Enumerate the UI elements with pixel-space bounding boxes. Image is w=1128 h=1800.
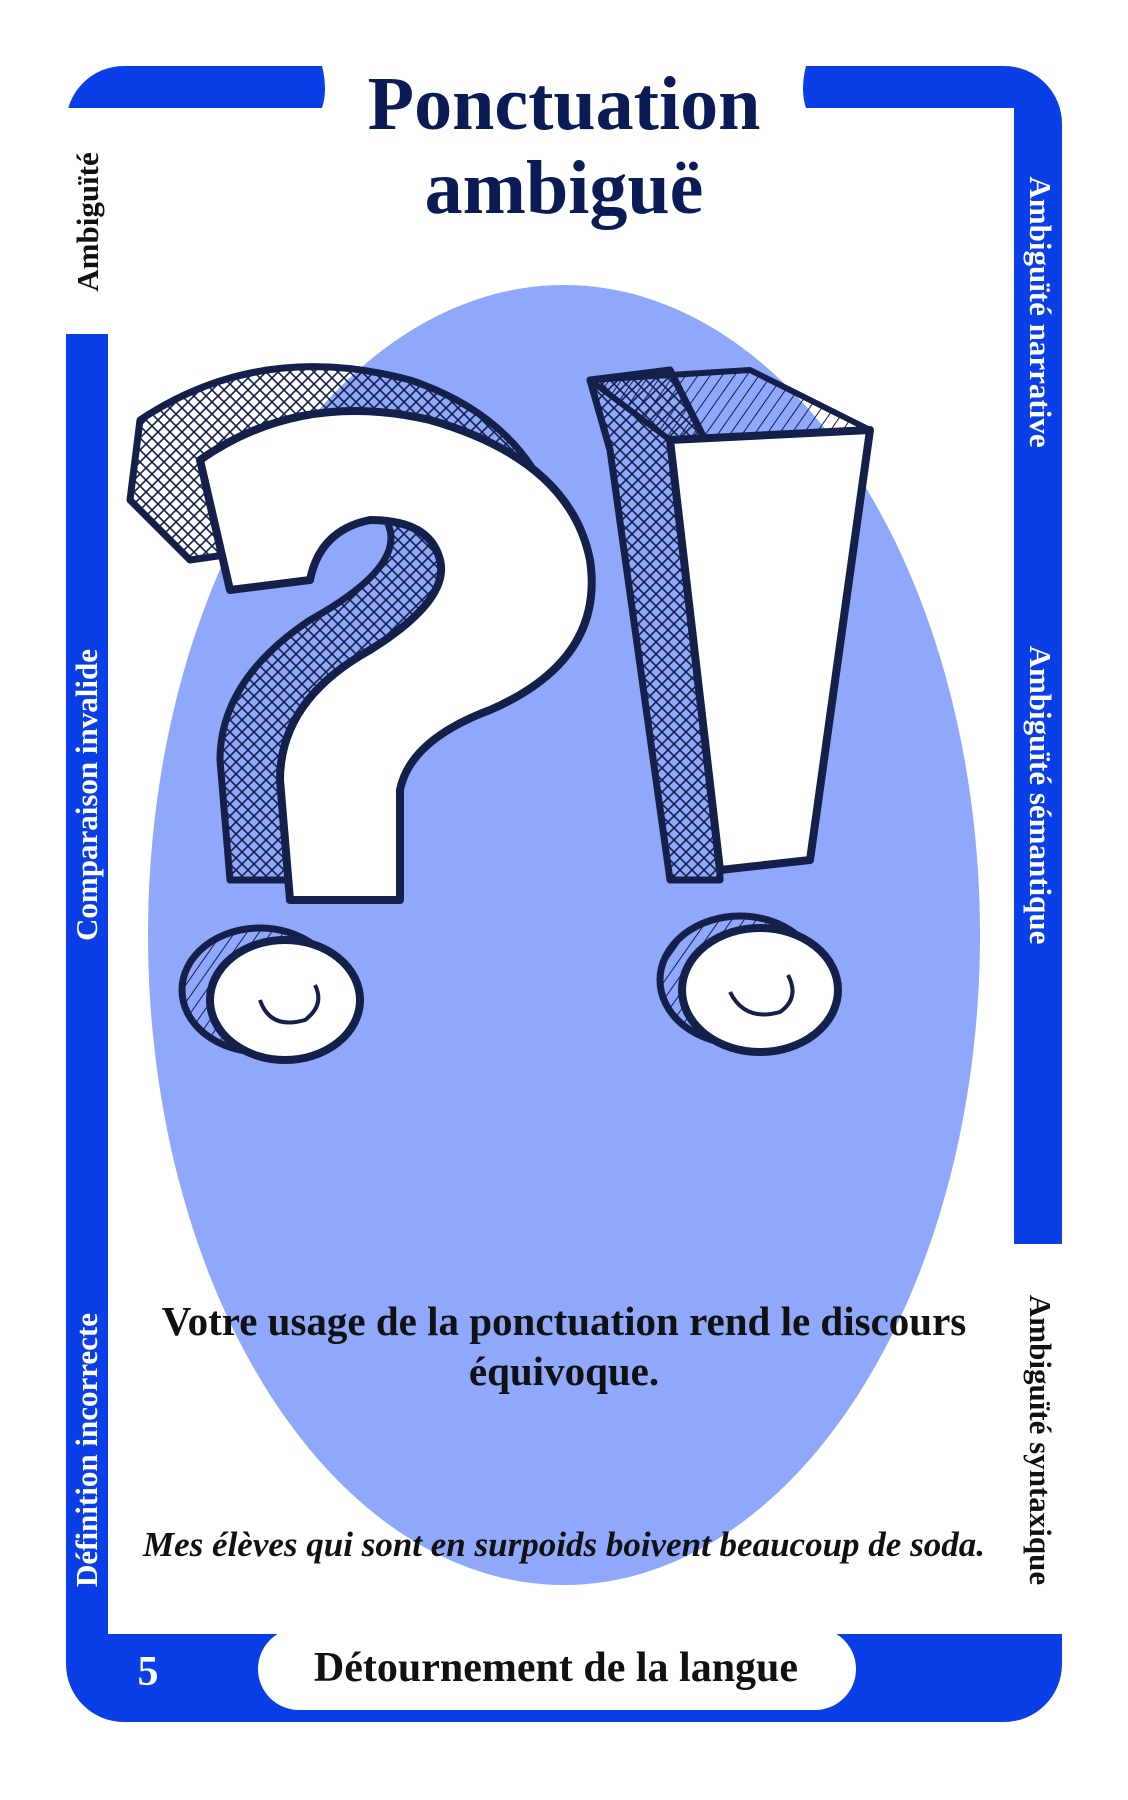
right-top-label: Ambiguïté narrative: [1023, 176, 1058, 448]
exclamation-mark-icon: [586, 366, 874, 1056]
card-example: Mes élèves qui sont en surpoids boivent …: [143, 1525, 985, 1564]
title-box: Ponctuation ambiguë: [330, 56, 798, 236]
question-mark-icon: [126, 363, 596, 1064]
card-description: Votre usage de la ponctuation rend le di…: [161, 1298, 967, 1394]
card-category: Détournement de la langue: [313, 1645, 799, 1691]
right-middle-label: Ambiguïté sémantique: [1023, 645, 1058, 945]
illustration: [126, 363, 874, 1064]
left-middle-label: Comparaison invalide: [69, 649, 104, 941]
right-bottom-label: Ambiguïté syntaxique: [1023, 1294, 1058, 1586]
left-bottom-label: Définition incorrecte: [69, 1312, 104, 1588]
card: Ponctuation ambiguë Ambiguïté Comparaiso…: [0, 0, 1128, 1800]
category-box: Détournement de la langue: [256, 1626, 856, 1710]
card-title: Ponctuation ambiguë: [367, 62, 761, 230]
left-top-label: Ambiguïté: [70, 152, 105, 292]
card-number: 5: [137, 1649, 159, 1695]
